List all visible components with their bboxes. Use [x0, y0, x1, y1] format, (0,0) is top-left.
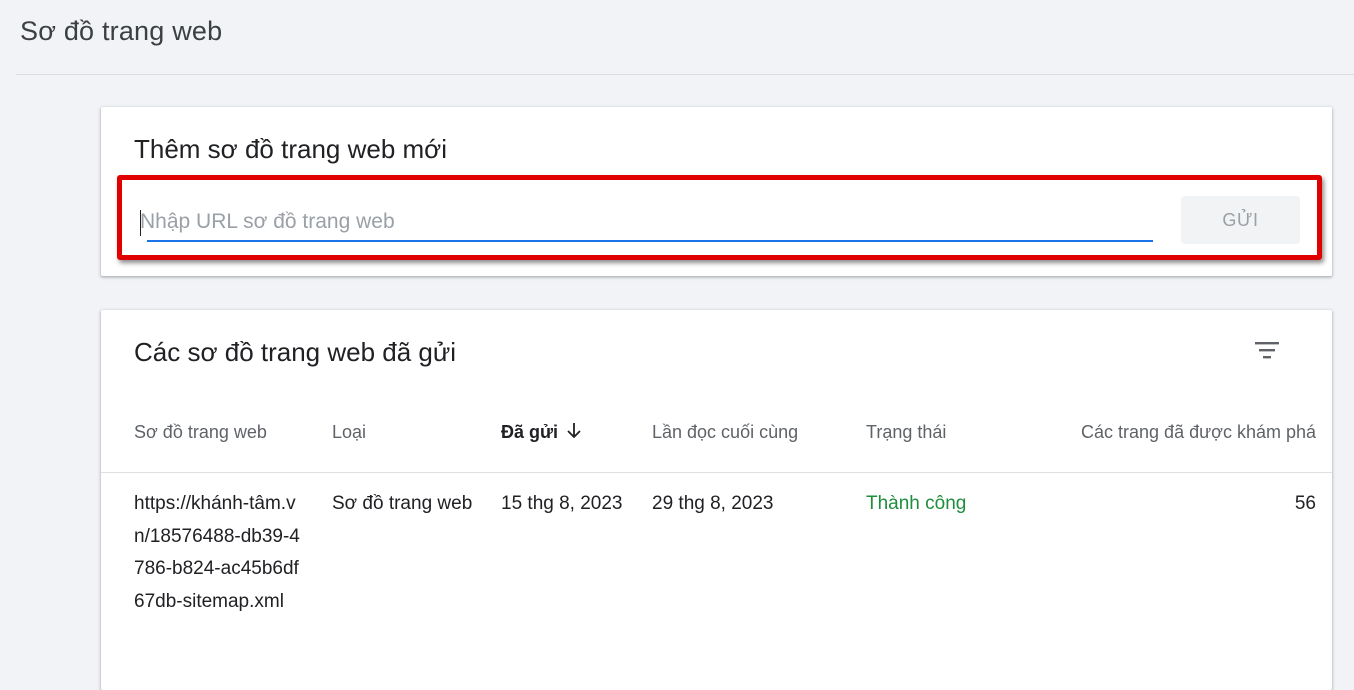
- column-header-type[interactable]: Loại: [332, 422, 366, 443]
- arrow-down-icon: [566, 422, 582, 445]
- column-header-discovered-pages[interactable]: Các trang đã được khám phá: [1081, 422, 1316, 443]
- status-cell: Thành công: [866, 493, 967, 514]
- sitemap-url-input[interactable]: [138, 204, 1153, 240]
- header-divider: [16, 74, 1354, 75]
- input-underline: [147, 240, 1153, 242]
- table-divider: [101, 472, 1332, 473]
- submitted-date-cell: 15 thg 8, 2023: [501, 493, 623, 514]
- column-header-submitted-label: Đã gửi: [501, 422, 559, 442]
- submit-button[interactable]: GỬI: [1181, 196, 1300, 244]
- column-header-submitted[interactable]: Đã gửi: [501, 422, 582, 445]
- page-title: Sơ đồ trang web: [20, 16, 223, 46]
- column-header-sitemap[interactable]: Sơ đồ trang web: [134, 422, 267, 443]
- submitted-sitemaps-title: Các sơ đồ trang web đã gửi: [134, 337, 457, 367]
- type-cell: Sơ đồ trang web: [332, 493, 473, 514]
- submitted-sitemaps-card: Các sơ đồ trang web đã gửi Sơ đồ trang w…: [101, 310, 1332, 690]
- discovered-pages-cell: 56: [1294, 493, 1316, 514]
- page-header: Sơ đồ trang web: [0, 0, 1354, 74]
- filter-icon[interactable]: [1251, 338, 1285, 364]
- column-header-last-read[interactable]: Lần đọc cuối cùng: [652, 422, 798, 443]
- last-read-cell: 29 thg 8, 2023: [652, 493, 774, 514]
- sitemap-url-cell: https://khánh-tâm.vn/18576488-db39-4786-…: [134, 493, 300, 612]
- url-input-container: [138, 204, 1153, 242]
- add-sitemap-card: Thêm sơ đồ trang web mới GỬI: [101, 107, 1332, 276]
- column-header-status[interactable]: Trạng thái: [866, 422, 946, 443]
- text-cursor: [140, 210, 141, 236]
- add-sitemap-title: Thêm sơ đồ trang web mới: [134, 134, 447, 164]
